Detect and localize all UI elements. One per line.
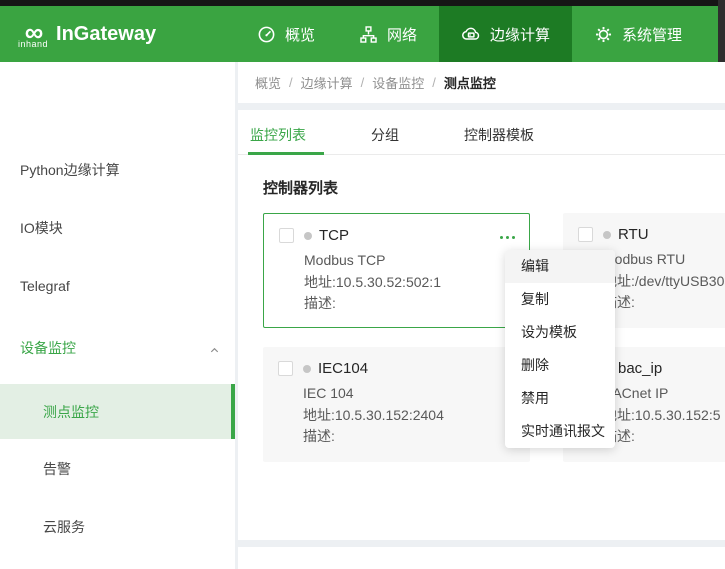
edge-cloud-icon bbox=[461, 24, 481, 44]
status-dot-icon bbox=[304, 231, 312, 240]
card-description: 描述: bbox=[304, 295, 336, 311]
controller-card-iec104[interactable]: IEC104 IEC 104 地址:10.5.30.152:2404 描述: bbox=[263, 347, 530, 462]
card-address: 地址:10.5.30.152:5 bbox=[603, 407, 721, 423]
card-description: 描述: bbox=[303, 428, 335, 444]
card-protocol: Modbus RTU bbox=[603, 251, 686, 267]
nav-item-system-admin[interactable]: 系统管理 bbox=[572, 6, 704, 62]
chevron-up-icon bbox=[209, 343, 220, 360]
sidebar-item-point-monitoring[interactable]: 测点监控 bbox=[0, 384, 235, 439]
sidebar-item-io-module[interactable]: IO模块 bbox=[20, 220, 63, 237]
main-nav: 概览 网络 边缘计算 系统管理 bbox=[235, 6, 704, 62]
controller-card-tcp[interactable]: TCP Modbus TCP 地址:10.5.30.52:502:1 描述: bbox=[263, 213, 530, 328]
tab-controller-templates[interactable]: 控制器模板 bbox=[464, 110, 534, 154]
sidebar-item-cloud-service[interactable]: 云服务 bbox=[43, 517, 85, 537]
sidebar-item-label: 设备监控 bbox=[20, 340, 76, 356]
gauge-icon bbox=[257, 25, 276, 44]
bottom-panel bbox=[238, 547, 725, 569]
breadcrumb-separator: / bbox=[289, 75, 293, 90]
breadcrumb-current-page: 测点监控 bbox=[443, 76, 496, 91]
nav-item-overview[interactable]: 概览 bbox=[235, 6, 337, 62]
main-content: 概览 / 边缘计算 / 设备监控 / 测点监控 监控列表 分组 控制器模板 控制… bbox=[238, 62, 725, 569]
sidebar-item-telegraf[interactable]: Telegraf bbox=[20, 278, 70, 295]
card-description: 描述: bbox=[603, 294, 635, 310]
network-icon bbox=[359, 25, 378, 44]
tab-groups[interactable]: 分组 bbox=[371, 110, 399, 154]
menu-item-delete[interactable]: 删除 bbox=[505, 349, 615, 382]
breadcrumb-separator: / bbox=[360, 75, 365, 90]
menu-item-disable[interactable]: 禁用 bbox=[505, 382, 615, 415]
card-body: IEC 104 地址:10.5.30.152:2404 描述: bbox=[303, 383, 518, 447]
card-protocol: Modbus TCP bbox=[304, 252, 386, 268]
more-actions-icon[interactable] bbox=[494, 228, 517, 243]
breadcrumb-separator: / bbox=[432, 75, 436, 90]
status-dot-icon bbox=[603, 230, 611, 239]
card-address: 地址:10.5.30.152:2404 bbox=[303, 407, 444, 423]
nav-item-label: 概览 bbox=[285, 26, 316, 44]
breadcrumb-device-monitoring[interactable]: 设备监控 bbox=[372, 73, 424, 92]
window-right-edge bbox=[718, 0, 725, 62]
sidebar: Python边缘计算 IO模块 Telegraf 设备监控 测点监控 告警 云服… bbox=[0, 62, 235, 569]
menu-item-realtime-comm-log[interactable]: 实时通讯报文 bbox=[505, 415, 615, 448]
sidebar-item-python-edge[interactable]: Python边缘计算 bbox=[20, 162, 120, 179]
card-title: IEC104 bbox=[318, 360, 369, 377]
breadcrumb-edge-computing[interactable]: 边缘计算 bbox=[301, 73, 353, 92]
card-header: IEC104 bbox=[278, 360, 518, 377]
card-context-menu: 编辑 复制 设为模板 删除 禁用 实时通讯报文 bbox=[505, 250, 615, 448]
sidebar-item-alarm[interactable]: 告警 bbox=[43, 459, 71, 479]
menu-item-set-as-template[interactable]: 设为模板 bbox=[505, 316, 615, 349]
card-header: TCP bbox=[279, 227, 517, 244]
nav-item-edge-computing[interactable]: 边缘计算 bbox=[439, 6, 573, 62]
nav-item-label: 边缘计算 bbox=[490, 26, 551, 44]
card-protocol: IEC 104 bbox=[303, 385, 354, 401]
inhand-logo-icon: ∞ inhand bbox=[18, 19, 48, 49]
card-header: RTU bbox=[578, 226, 725, 243]
card-address: 地址:10.5.30.52:502:1 bbox=[304, 274, 441, 290]
tab-monitoring-list[interactable]: 监控列表 bbox=[248, 110, 324, 155]
sidebar-item-label: 测点监控 bbox=[43, 404, 99, 420]
gear-icon bbox=[594, 25, 613, 44]
card-address: 地址:/dev/ttyUSB30 bbox=[603, 273, 725, 289]
brand-logo[interactable]: ∞ inhand InGateway bbox=[0, 6, 235, 62]
card-protocol: BACnet IP bbox=[603, 385, 669, 401]
controller-card-grid: TCP Modbus TCP 地址:10.5.30.52:502:1 描述: R… bbox=[263, 213, 725, 462]
card-checkbox[interactable] bbox=[278, 361, 293, 376]
card-checkbox[interactable] bbox=[578, 227, 593, 242]
window-top-edge bbox=[0, 0, 725, 6]
card-checkbox[interactable] bbox=[279, 228, 294, 243]
menu-item-edit[interactable]: 编辑 bbox=[505, 250, 615, 283]
logo-brand-text: inhand bbox=[18, 39, 49, 49]
breadcrumb: 概览 / 边缘计算 / 设备监控 / 测点监控 bbox=[238, 62, 725, 103]
menu-item-copy[interactable]: 复制 bbox=[505, 283, 615, 316]
card-title: TCP bbox=[319, 227, 349, 244]
card-body: Modbus TCP 地址:10.5.30.52:502:1 描述: bbox=[304, 250, 517, 314]
card-title: bac_ip bbox=[618, 360, 663, 377]
top-navbar: ∞ inhand InGateway 概览 网络 边缘计算 系统管理 bbox=[0, 6, 725, 62]
sidebar-item-device-monitoring[interactable]: 设备监控 bbox=[20, 340, 220, 357]
nav-item-network[interactable]: 网络 bbox=[337, 6, 439, 62]
monitoring-panel: 监控列表 分组 控制器模板 控制器列表 TCP Modbus TCP 地址:10… bbox=[238, 110, 725, 540]
nav-item-label: 系统管理 bbox=[622, 26, 683, 44]
card-body: Modbus RTU 地址:/dev/ttyUSB30 描述: bbox=[603, 249, 725, 313]
card-body: BACnet IP 地址:10.5.30.152:5 描述: bbox=[603, 383, 725, 447]
nav-item-label: 网络 bbox=[387, 26, 418, 44]
status-dot-icon bbox=[303, 364, 311, 373]
app-window: ∞ inhand InGateway 概览 网络 边缘计算 系统管理 Pytho… bbox=[0, 0, 725, 569]
logo-product-name: InGateway bbox=[56, 22, 157, 45]
tab-bar: 监控列表 分组 控制器模板 bbox=[238, 110, 725, 155]
section-title-controller-list: 控制器列表 bbox=[263, 180, 339, 197]
card-title: RTU bbox=[618, 226, 649, 243]
breadcrumb-overview[interactable]: 概览 bbox=[255, 73, 281, 92]
card-description: 描述: bbox=[603, 428, 635, 444]
